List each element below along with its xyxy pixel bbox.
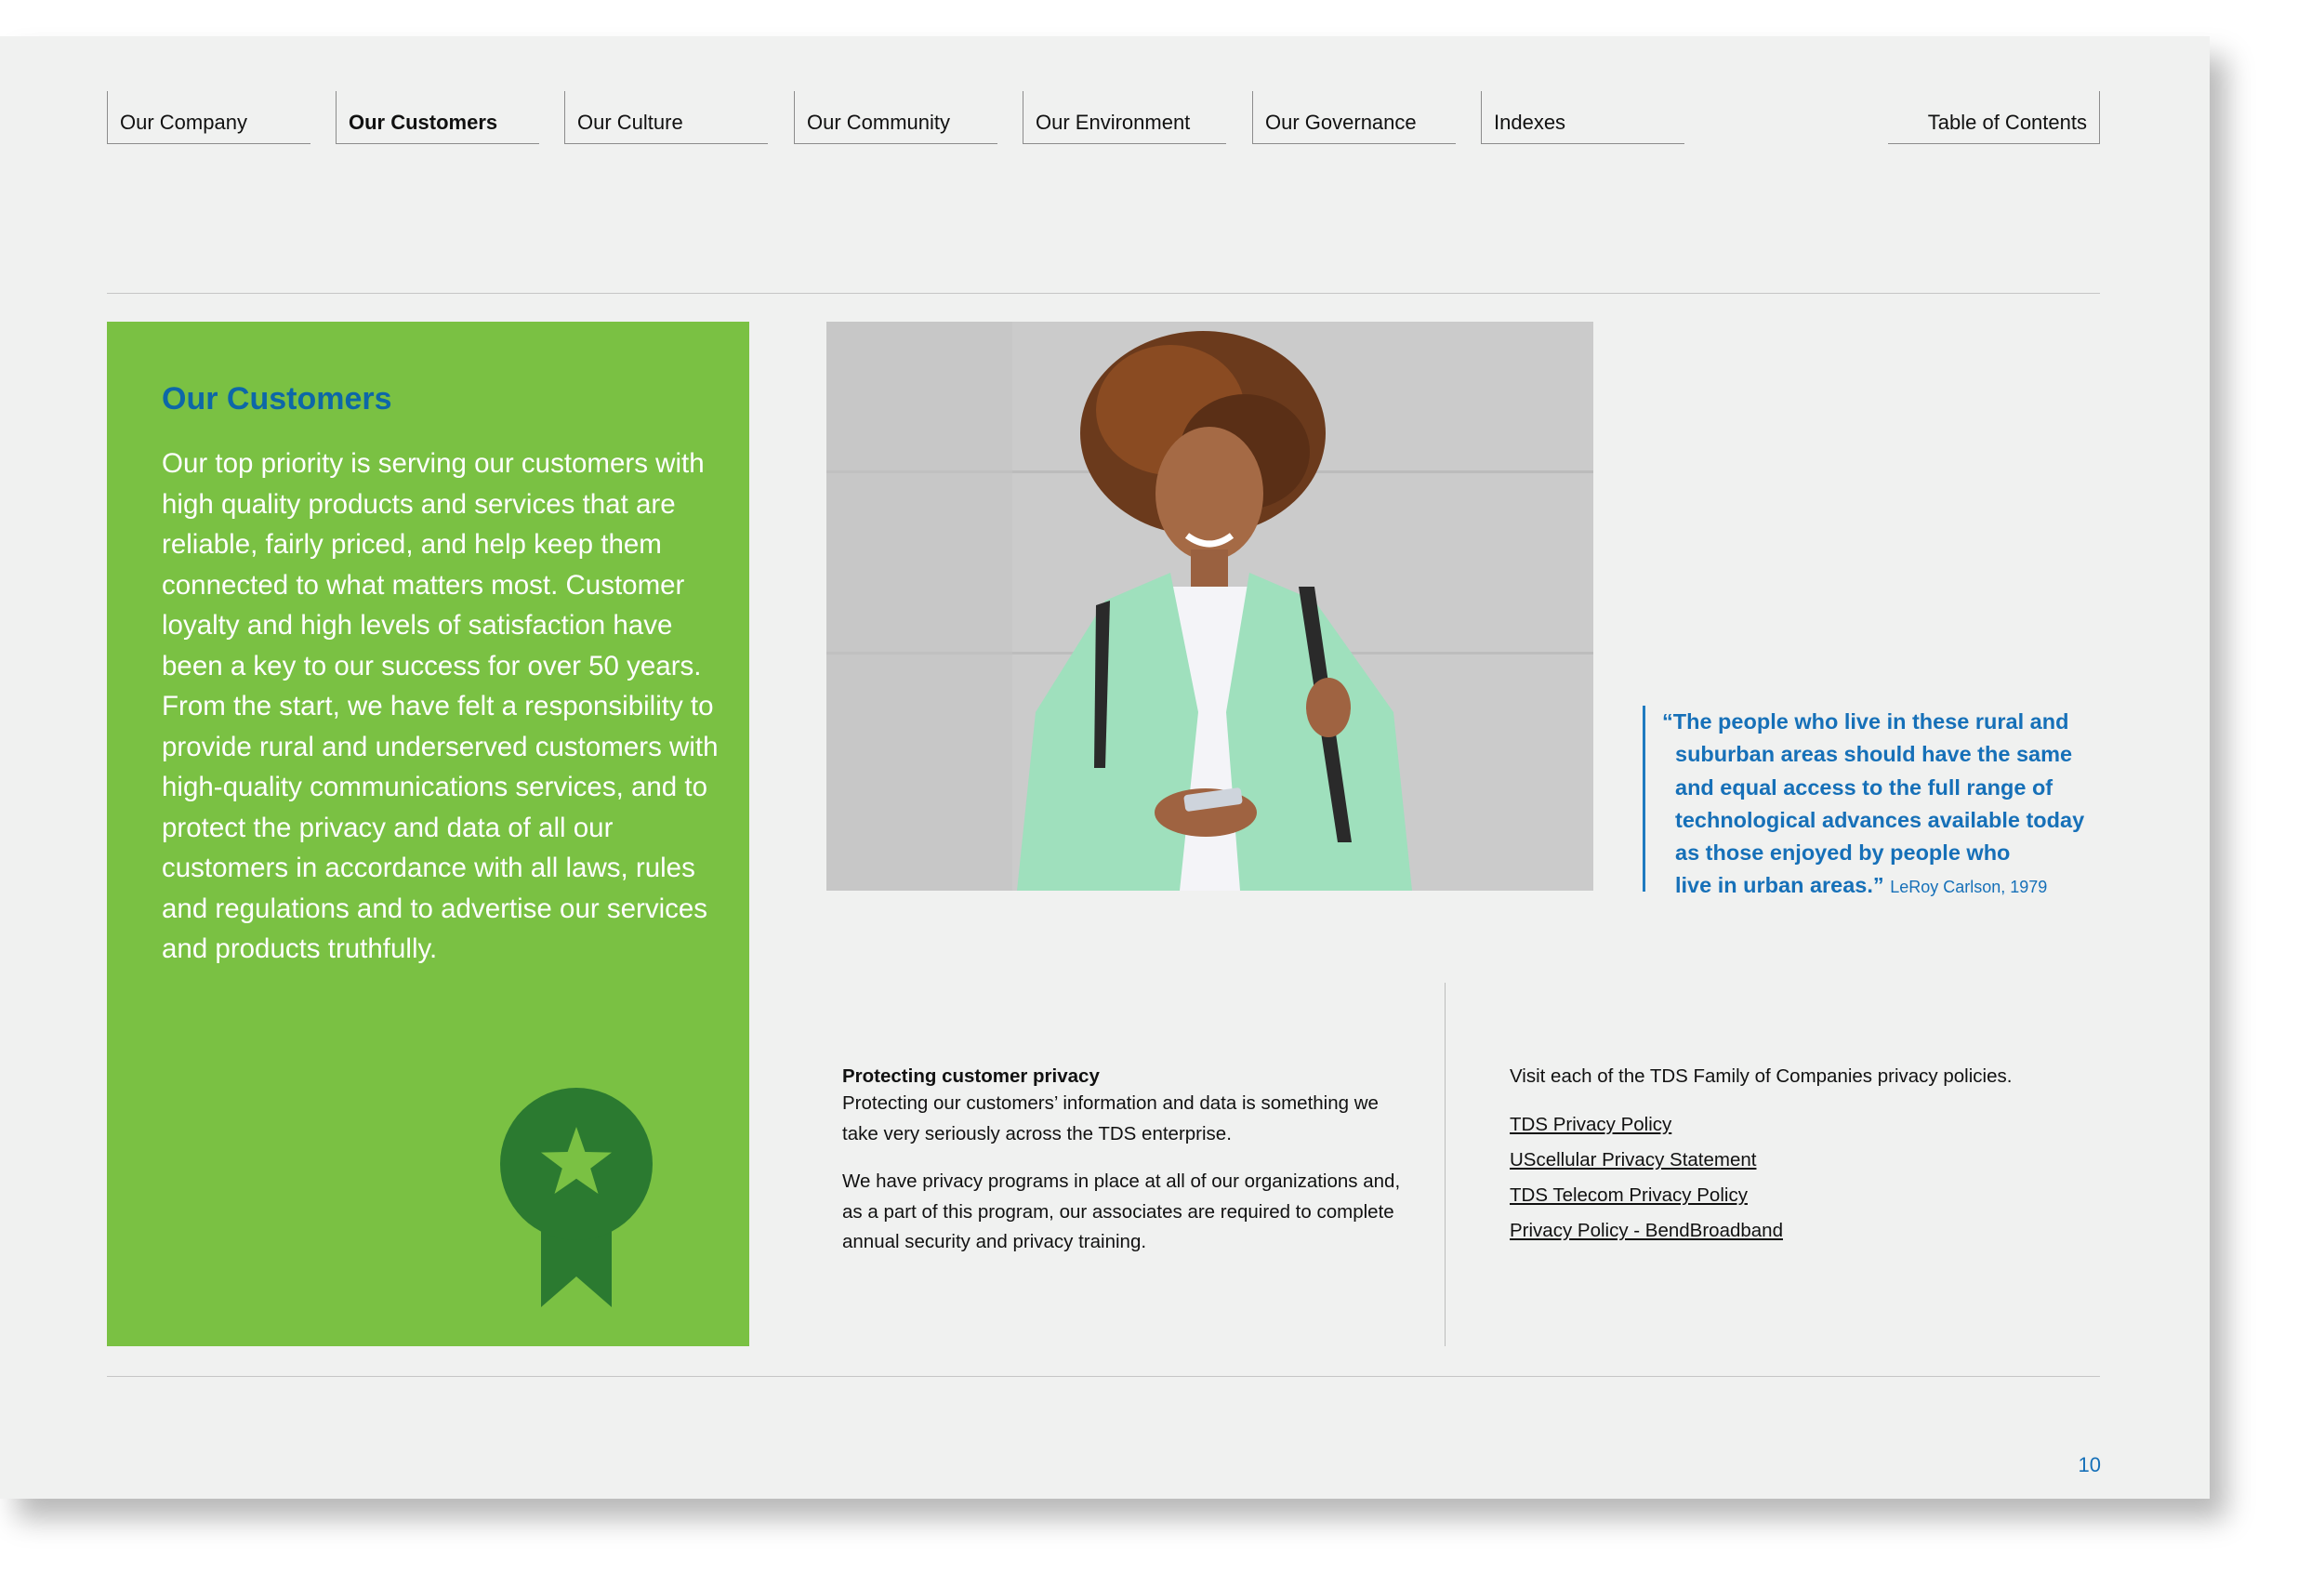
- privacy-heading: Protecting customer privacy: [842, 1065, 1100, 1087]
- quote-line: technological advances available today: [1675, 807, 2085, 832]
- quote-line: “The people who live in these rural and: [1662, 709, 2069, 734]
- nav-tab-our-community[interactable]: Our Community: [794, 91, 997, 144]
- customer-photo: [826, 322, 1593, 891]
- quote-line: suburban areas should have the same: [1675, 742, 2073, 767]
- nav-tab-our-company[interactable]: Our Company: [107, 91, 310, 144]
- report-page: Our Company Our Customers Our Culture Ou…: [0, 36, 2210, 1499]
- intro-body: Our top priority is serving our customer…: [162, 448, 719, 964]
- policies-intro: Visit each of the TDS Family of Companie…: [1510, 1065, 2013, 1087]
- quote-line: and equal access to the full range of: [1675, 774, 2053, 800]
- award-ribbon-icon: [500, 1088, 653, 1307]
- nav-tab-our-culture[interactable]: Our Culture: [564, 91, 768, 144]
- link-tds-telecom-privacy-policy[interactable]: TDS Telecom Privacy Policy: [1510, 1178, 2105, 1213]
- nav-tab-our-customers[interactable]: Our Customers: [336, 91, 539, 144]
- nav-tab-our-governance[interactable]: Our Governance: [1252, 91, 1456, 144]
- privacy-policies: Visit each of the TDS Family of Companie…: [1510, 1065, 2105, 1249]
- column-divider: [1445, 983, 1446, 1346]
- link-bendbroadband-privacy-policy[interactable]: Privacy Policy - BendBroadband: [1510, 1213, 2105, 1249]
- quote-line: as those enjoyed by people who: [1675, 840, 2011, 866]
- page-number: 10: [2078, 1453, 2101, 1476]
- nav-tab-indexes[interactable]: Indexes: [1481, 91, 1684, 144]
- privacy-paragraph: Protecting our customers’ information an…: [842, 1092, 1379, 1144]
- link-tds-privacy-policy[interactable]: TDS Privacy Policy: [1510, 1107, 2105, 1143]
- quote-line: live in urban areas.”: [1675, 873, 1884, 898]
- section-title: Our Customers: [162, 381, 392, 417]
- nav-tab-our-environment[interactable]: Our Environment: [1023, 91, 1226, 144]
- quote-attribution: LeRoy Carlson, 1979: [1890, 878, 2048, 897]
- privacy-paragraph: We have privacy programs in place at all…: [842, 1171, 1401, 1252]
- woman-with-phone-illustration: [826, 322, 1593, 891]
- bottom-divider: [107, 1376, 2100, 1377]
- table-of-contents-link[interactable]: Table of Contents: [1888, 91, 2100, 144]
- link-uscellular-privacy-statement[interactable]: UScellular Privacy Statement: [1510, 1143, 2105, 1178]
- top-divider: [107, 293, 2100, 294]
- intro-panel: Our Customers Our top priority is servin…: [107, 322, 749, 1346]
- privacy-section: Protecting customer privacy Protecting o…: [842, 1065, 1419, 1276]
- pull-quote: “The people who live in these rural and …: [1643, 706, 2112, 897]
